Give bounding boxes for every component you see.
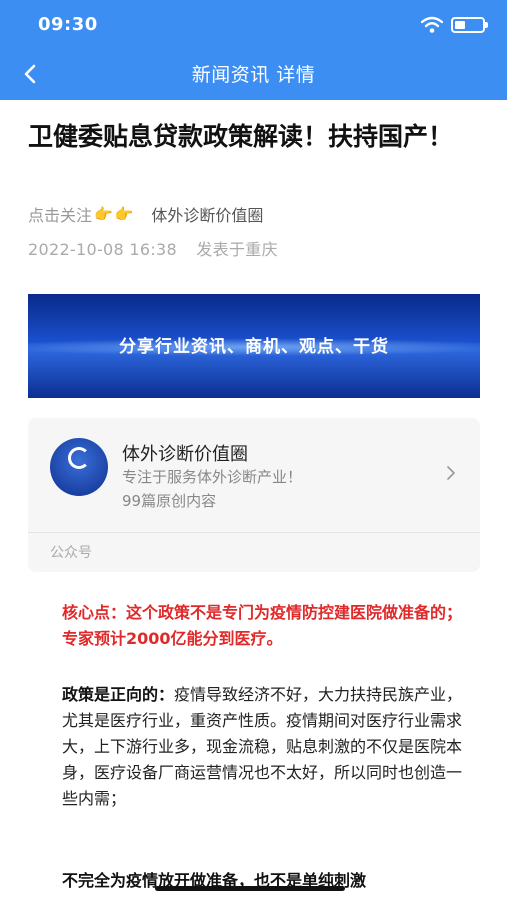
- card-divider: [28, 532, 480, 533]
- chevron-right-icon: [447, 466, 455, 480]
- article-meta: 点击关注 👉 👉 体外诊断价值圈: [28, 202, 263, 226]
- nav-title: 新闻资讯 详情: [191, 64, 316, 86]
- article-title: 卫健委贴息贷款政策解读！扶持国产！: [28, 122, 454, 151]
- account-article-count: 99篇原创内容: [122, 492, 217, 510]
- status-time: 09:30: [38, 14, 98, 35]
- pointing-hand-icon: 👉: [114, 205, 134, 223]
- pointing-hand-icon: 👉: [94, 205, 113, 223]
- article-banner: 分享行业资讯、商机、观点、干货: [28, 294, 480, 398]
- avatar: [50, 438, 108, 496]
- scroll-indicator: [155, 886, 345, 891]
- battery-icon: [451, 17, 488, 33]
- account-type: 公众号: [50, 545, 92, 561]
- follow-link[interactable]: 点击关注: [28, 202, 92, 226]
- publish-date: 2022-10-08 16:38: [28, 240, 177, 259]
- publish-location: 发表于重庆: [196, 240, 278, 259]
- paragraph-lead: 政策是正向的：: [62, 685, 175, 704]
- top-bar: 09:30 新闻资讯 详情: [0, 0, 507, 100]
- source-name[interactable]: 体外诊断价值圈: [151, 202, 263, 226]
- account-name: 体外诊断价值圈: [122, 444, 248, 465]
- banner-text: 分享行业资讯、商机、观点、干货: [119, 337, 389, 357]
- paragraph: 政策是正向的：疫情导致经济不好，大力扶持民族产业，尤其是医疗行业，重资产性质。疫…: [62, 682, 466, 812]
- account-card[interactable]: 体外诊断价值圈 专注于服务体外诊断产业！ 99篇原创内容 公众号: [28, 418, 480, 572]
- logo-swirl: [68, 447, 90, 469]
- status-icons: [421, 14, 488, 36]
- core-point: 核心点：这个政策不是专门为疫情防控建医院做准备的；专家预计2000亿能分到医疗。: [62, 603, 463, 648]
- date-row: 2022-10-08 16:38 发表于重庆: [28, 236, 278, 260]
- wifi-icon: [421, 16, 443, 33]
- account-description: 专注于服务体外诊断产业！: [122, 468, 303, 486]
